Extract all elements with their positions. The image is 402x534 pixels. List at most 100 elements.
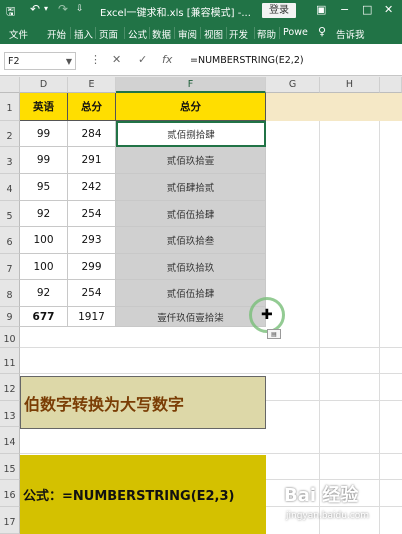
row-header[interactable]: 7 (0, 254, 20, 280)
tab-home[interactable]: 开始 (47, 27, 66, 41)
baidu-watermark: Bai 经验 jingyan.baidu.com (284, 481, 402, 531)
customize-toolbar-icon[interactable]: ⇩ (76, 4, 84, 14)
cross-cursor-icon: ✚ (261, 307, 273, 323)
tab-power[interactable]: Powe (283, 27, 308, 38)
formula-banner: 公式：=NUMBERSTRING(E2,3) (20, 455, 266, 534)
table-cell[interactable]: 贰佰玖拾玖 (116, 254, 266, 280)
row-header[interactable]: 11 (0, 348, 20, 374)
column-header-e[interactable]: E (68, 77, 116, 93)
table-cell[interactable]: 254 (68, 280, 116, 307)
table-cell[interactable]: 293 (68, 227, 116, 254)
login-button[interactable]: 登录 (262, 3, 296, 18)
column-header-f[interactable]: F (116, 77, 266, 93)
column-header-g[interactable]: G (266, 77, 320, 93)
tab-view[interactable]: 视图 (204, 27, 223, 41)
total-cell[interactable]: 677 (20, 307, 68, 327)
title-banner: 伯数字转换为大写数字 (20, 376, 266, 429)
row-header[interactable]: 8 (0, 280, 20, 307)
window-title: Excel一键求和.xls [兼容模式] -... (100, 8, 251, 19)
maximize-button[interactable]: □ (362, 3, 372, 16)
ribbon-options-icon[interactable]: ▣ (316, 3, 326, 16)
tell-me-search[interactable]: 告诉我 (336, 27, 365, 41)
row-header[interactable]: 1 (0, 93, 20, 121)
row-header[interactable]: 15 (0, 454, 20, 480)
tab-separator (200, 27, 201, 39)
more-icon: ⋮ (90, 53, 101, 66)
table-cell[interactable]: 99 (20, 147, 68, 174)
tab-help[interactable]: 帮助 (257, 27, 276, 41)
total-cell[interactable]: 1917 (68, 307, 116, 327)
table-cell[interactable]: 95 (20, 174, 68, 201)
row-header[interactable]: 9 (0, 307, 20, 327)
table-cell[interactable]: 贰佰肆拾贰 (116, 174, 266, 201)
watermark-brand: Bai 经验 (284, 485, 359, 506)
row-header[interactable]: 4 (0, 174, 20, 201)
ribbon-tabs: 文件 开始 插入 页面 公式 数据 审阅 视图 开发 帮助 Powe ♀ 告诉我 (0, 22, 402, 44)
tab-separator (149, 27, 150, 39)
formula-input[interactable]: =NUMBERSTRING(E2,2) (190, 55, 304, 66)
table-cell[interactable]: 99 (20, 121, 68, 147)
table-cell[interactable]: 100 (20, 254, 68, 280)
tab-data[interactable]: 数据 (152, 27, 171, 41)
enter-icon[interactable]: ✓ (138, 53, 147, 66)
gridline (20, 373, 402, 374)
table-cell[interactable]: 100 (20, 227, 68, 254)
tab-review[interactable]: 审阅 (178, 27, 197, 41)
table-cell[interactable]: 291 (68, 147, 116, 174)
cancel-icon[interactable]: ✕ (112, 53, 121, 66)
row-header[interactable]: 17 (0, 507, 20, 534)
row-header[interactable]: 5 (0, 201, 20, 227)
cell-highlight-row1[interactable] (266, 93, 402, 121)
table-cell[interactable]: 贰佰玖拾叁 (116, 227, 266, 254)
undo-dropdown-icon[interactable]: ▾ (44, 4, 48, 13)
title-bar: 🖫 ↶ ▾ ↷ ⇩ Excel一键求和.xls [兼容模式] -... 登录 ▣… (0, 0, 402, 22)
total-cell-uppercase[interactable]: 壹仟玖佰壹拾柒 (116, 307, 266, 327)
tab-insert[interactable]: 插入 (74, 27, 93, 41)
insert-function-icon[interactable]: fx (162, 53, 172, 66)
column-header-d[interactable]: D (20, 77, 68, 93)
tab-separator (124, 27, 125, 39)
row-header[interactable]: 13 (0, 401, 20, 427)
row-header[interactable]: 14 (0, 427, 20, 454)
gridline (20, 453, 402, 454)
select-all-corner[interactable] (0, 77, 20, 93)
active-cell[interactable]: 贰佰捌拾肆 (116, 121, 266, 147)
tab-separator (254, 27, 255, 39)
table-cell[interactable]: 贰佰伍拾肆 (116, 280, 266, 307)
row-header[interactable]: 12 (0, 374, 20, 401)
tab-page-layout[interactable]: 页面 (99, 27, 118, 41)
tab-separator (70, 27, 71, 39)
tab-file[interactable]: 文件 (9, 27, 28, 41)
lightbulb-icon[interactable]: ♀ (318, 25, 326, 38)
row-header[interactable]: 2 (0, 121, 20, 147)
header-cell-english[interactable]: 英语 (20, 93, 68, 121)
chevron-down-icon[interactable]: ▼ (66, 53, 72, 71)
quick-analysis-icon[interactable]: ▤ (267, 329, 281, 339)
header-cell-total-uppercase[interactable]: 总分 (116, 93, 266, 121)
row-header[interactable]: 3 (0, 147, 20, 174)
gridline (266, 479, 402, 480)
table-cell[interactable]: 284 (68, 121, 116, 147)
header-cell-total[interactable]: 总分 (68, 93, 116, 121)
name-box[interactable]: F2 ▼ (4, 52, 76, 70)
table-cell[interactable]: 92 (20, 201, 68, 227)
column-header-h[interactable]: H (320, 77, 380, 93)
table-cell[interactable]: 贰佰伍拾肆 (116, 201, 266, 227)
close-button[interactable]: ✕ (384, 3, 393, 16)
tab-developer[interactable]: 开发 (229, 27, 248, 41)
row-header[interactable]: 16 (0, 480, 20, 507)
gridline (319, 93, 320, 534)
table-cell[interactable]: 299 (68, 254, 116, 280)
table-cell[interactable]: 254 (68, 201, 116, 227)
table-cell[interactable]: 242 (68, 174, 116, 201)
save-icon[interactable]: 🖫 (6, 3, 15, 22)
row-header[interactable]: 10 (0, 327, 20, 348)
table-cell[interactable]: 贰佰玖拾壹 (116, 147, 266, 174)
formula-bar: F2 ▼ ⋮ ✕ ✓ fx =NUMBERSTRING(E2,2) (0, 44, 402, 76)
minimize-button[interactable]: − (340, 3, 349, 16)
row-header[interactable]: 6 (0, 227, 20, 254)
redo-icon[interactable]: ↷ (58, 2, 68, 16)
table-cell[interactable]: 92 (20, 280, 68, 307)
tab-formulas[interactable]: 公式 (128, 27, 147, 41)
undo-icon[interactable]: ↶ (30, 2, 40, 16)
